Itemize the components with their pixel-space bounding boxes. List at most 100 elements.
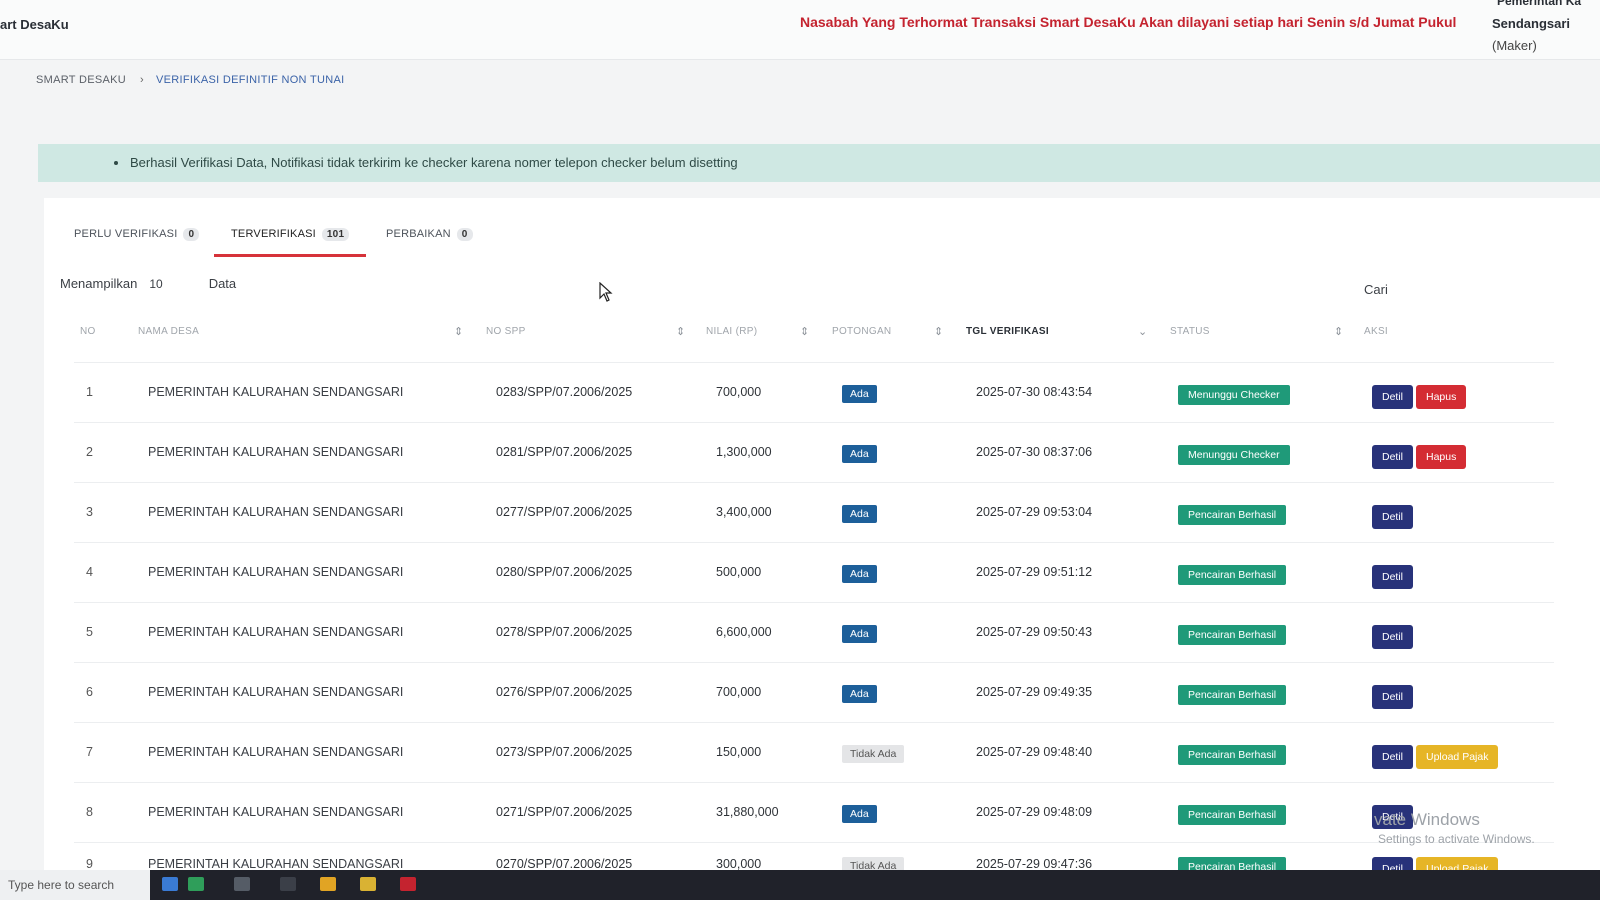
status-badge: Pencairan Berhasil <box>1178 625 1287 645</box>
cell-nama-desa: PEMERINTAH KALURAHAN SENDANGSARI <box>148 745 404 759</box>
table-header: NO NAMA DESA ⇕ NO SPP ⇕ NILAI (RP) ⇕ POT… <box>74 326 1554 356</box>
cell-no-spp: 0278/SPP/07.2006/2025 <box>496 625 633 639</box>
cell-no: 5 <box>86 625 93 639</box>
cell-tgl-verifikasi: 2025-07-30 08:37:06 <box>976 445 1093 459</box>
chrome-icon[interactable] <box>400 877 416 891</box>
cell-no-spp: 0276/SPP/07.2006/2025 <box>496 685 633 699</box>
cell-nama-desa: PEMERINTAH KALURAHAN SENDANGSARI <box>148 565 404 579</box>
tab-perlu-verifikasi[interactable]: PERLU VERIFIKASI 0 <box>74 222 200 258</box>
org-name-line2: Sendangsari <box>1492 16 1571 31</box>
data-label: Data <box>208 276 237 291</box>
status-badge: Pencairan Berhasil <box>1178 505 1287 525</box>
cell-no-spp: 0281/SPP/07.2006/2025 <box>496 445 633 459</box>
cell-tgl-verifikasi: 2025-07-29 09:51:12 <box>976 565 1093 579</box>
status-badge: Pencairan Berhasil <box>1178 805 1287 825</box>
sort-icon[interactable]: ⇕ <box>934 325 943 338</box>
cell-nilai: 700,000 <box>716 385 762 399</box>
tab-count-badge: 0 <box>456 228 473 241</box>
taskbar-search-input[interactable]: Type here to search <box>0 870 150 900</box>
detil-button[interactable]: Detil <box>1372 685 1414 709</box>
cell-nilai: 700,000 <box>716 685 762 699</box>
taskbar-app-icon[interactable] <box>162 877 178 891</box>
app-name[interactable]: art DesaKu <box>0 17 69 32</box>
user-role: (Maker) <box>1492 38 1537 53</box>
task-view-icon[interactable] <box>234 877 250 891</box>
cell-no-spp: 0283/SPP/07.2006/2025 <box>496 385 633 399</box>
sort-icon[interactable]: ⇕ <box>800 325 809 338</box>
taskbar-app-icon[interactable] <box>280 877 296 891</box>
cell-nilai: 500,000 <box>716 565 762 579</box>
sort-desc-icon[interactable]: ⌄ <box>1138 325 1147 338</box>
watermark-line1: vate Windows <box>1374 810 1480 829</box>
cell-nilai: 150,000 <box>716 745 762 759</box>
page-size-select[interactable]: 10 <box>149 277 162 291</box>
cell-nama-desa: PEMERINTAH KALURAHAN SENDANGSARI <box>148 385 404 399</box>
col-no-spp[interactable]: NO SPP <box>486 326 526 337</box>
cell-tgl-verifikasi: 2025-07-29 09:48:40 <box>976 745 1093 759</box>
breadcrumb: SMART DESAKU › VERIFIKASI DEFINITIF NON TU… <box>36 74 344 86</box>
show-label: Menampilkan <box>60 276 138 291</box>
tab-perbaikan[interactable]: PERBAIKAN 0 <box>386 222 473 258</box>
col-nilai[interactable]: NILAI (RP) <box>706 326 757 337</box>
cell-tgl-verifikasi: 2025-07-30 08:43:54 <box>976 385 1093 399</box>
mouse-cursor-icon <box>599 282 613 302</box>
cell-nilai: 3,400,000 <box>716 505 772 519</box>
bullet-icon <box>114 161 118 165</box>
col-status[interactable]: STATUS <box>1170 326 1210 337</box>
active-tab-indicator <box>214 254 366 257</box>
detil-button[interactable]: Detil <box>1372 385 1414 409</box>
table-row: 1 PEMERINTAH KALURAHAN SENDANGSARI 0283/… <box>74 362 1554 422</box>
potongan-badge: Ada <box>842 445 877 463</box>
cell-nama-desa: PEMERINTAH KALURAHAN SENDANGSARI <box>148 505 404 519</box>
detil-button[interactable]: Detil <box>1372 565 1414 589</box>
upload-pajak-button[interactable]: Upload Pajak <box>1416 745 1499 769</box>
detil-button[interactable]: Detil <box>1372 625 1414 649</box>
cell-no-spp: 0273/SPP/07.2006/2025 <box>496 745 633 759</box>
taskbar-app-icon[interactable] <box>188 877 204 891</box>
col-no[interactable]: NO <box>80 326 96 337</box>
potongan-badge: Ada <box>842 625 877 643</box>
potongan-badge: Ada <box>842 685 877 703</box>
tab-label: PERLU VERIFIKASI <box>74 228 178 240</box>
col-nama-desa[interactable]: NAMA DESA <box>138 326 199 337</box>
potongan-badge: Tidak Ada <box>842 745 905 763</box>
sort-icon[interactable]: ⇕ <box>454 325 463 338</box>
success-alert: Berhasil Verifikasi Data, Notifikasi tid… <box>38 144 1600 182</box>
potongan-badge: Ada <box>842 505 877 523</box>
cell-no: 8 <box>86 805 93 819</box>
col-potongan[interactable]: POTONGAN <box>832 326 891 337</box>
table-row: 4 PEMERINTAH KALURAHAN SENDANGSARI 0280/… <box>74 542 1554 602</box>
cell-no: 2 <box>86 445 93 459</box>
table-row: 6 PEMERINTAH KALURAHAN SENDANGSARI 0276/… <box>74 662 1554 722</box>
detil-button[interactable]: Detil <box>1372 445 1414 469</box>
cell-no: 1 <box>86 385 93 399</box>
table-row: 2 PEMERINTAH KALURAHAN SENDANGSARI 0281/… <box>74 422 1554 482</box>
cell-no-spp: 0271/SPP/07.2006/2025 <box>496 805 633 819</box>
cell-nilai: 300,000 <box>716 857 762 871</box>
status-badge: Menunggu Checker <box>1178 445 1290 465</box>
cell-no-spp: 0277/SPP/07.2006/2025 <box>496 505 633 519</box>
tab-terverifikasi[interactable]: TERVERIFIKASI 101 <box>231 222 350 258</box>
activation-watermark: vate Windows Settings to activate Window… <box>1374 810 1535 846</box>
cell-no: 6 <box>86 685 93 699</box>
cell-nama-desa: PEMERINTAH KALURAHAN SENDANGSARI <box>148 857 404 871</box>
hapus-button[interactable]: Hapus <box>1416 385 1467 409</box>
cell-nilai: 1,300,000 <box>716 445 772 459</box>
file-explorer-icon[interactable] <box>320 877 336 891</box>
sort-icon[interactable]: ⇕ <box>1334 325 1343 338</box>
breadcrumb-current: VERIFIKASI DEFINITIF NON TUNAI <box>155 74 345 86</box>
cell-no-spp: 0270/SPP/07.2006/2025 <box>496 857 633 871</box>
taskbar-app-icon[interactable] <box>360 877 376 891</box>
status-badge: Pencairan Berhasil <box>1178 745 1287 765</box>
detil-button[interactable]: Detil <box>1372 505 1414 529</box>
sort-icon[interactable]: ⇕ <box>676 325 685 338</box>
cell-no: 3 <box>86 505 93 519</box>
potongan-badge: Ada <box>842 565 877 583</box>
cell-nama-desa: PEMERINTAH KALURAHAN SENDANGSARI <box>148 805 404 819</box>
col-tgl-verifikasi[interactable]: TGL VERIFIKASI <box>966 326 1049 337</box>
detil-button[interactable]: Detil <box>1372 745 1414 769</box>
cell-nilai: 31,880,000 <box>716 805 779 819</box>
hapus-button[interactable]: Hapus <box>1416 445 1467 469</box>
breadcrumb-root[interactable]: SMART DESAKU <box>36 74 126 86</box>
table-row: 5 PEMERINTAH KALURAHAN SENDANGSARI 0278/… <box>74 602 1554 662</box>
